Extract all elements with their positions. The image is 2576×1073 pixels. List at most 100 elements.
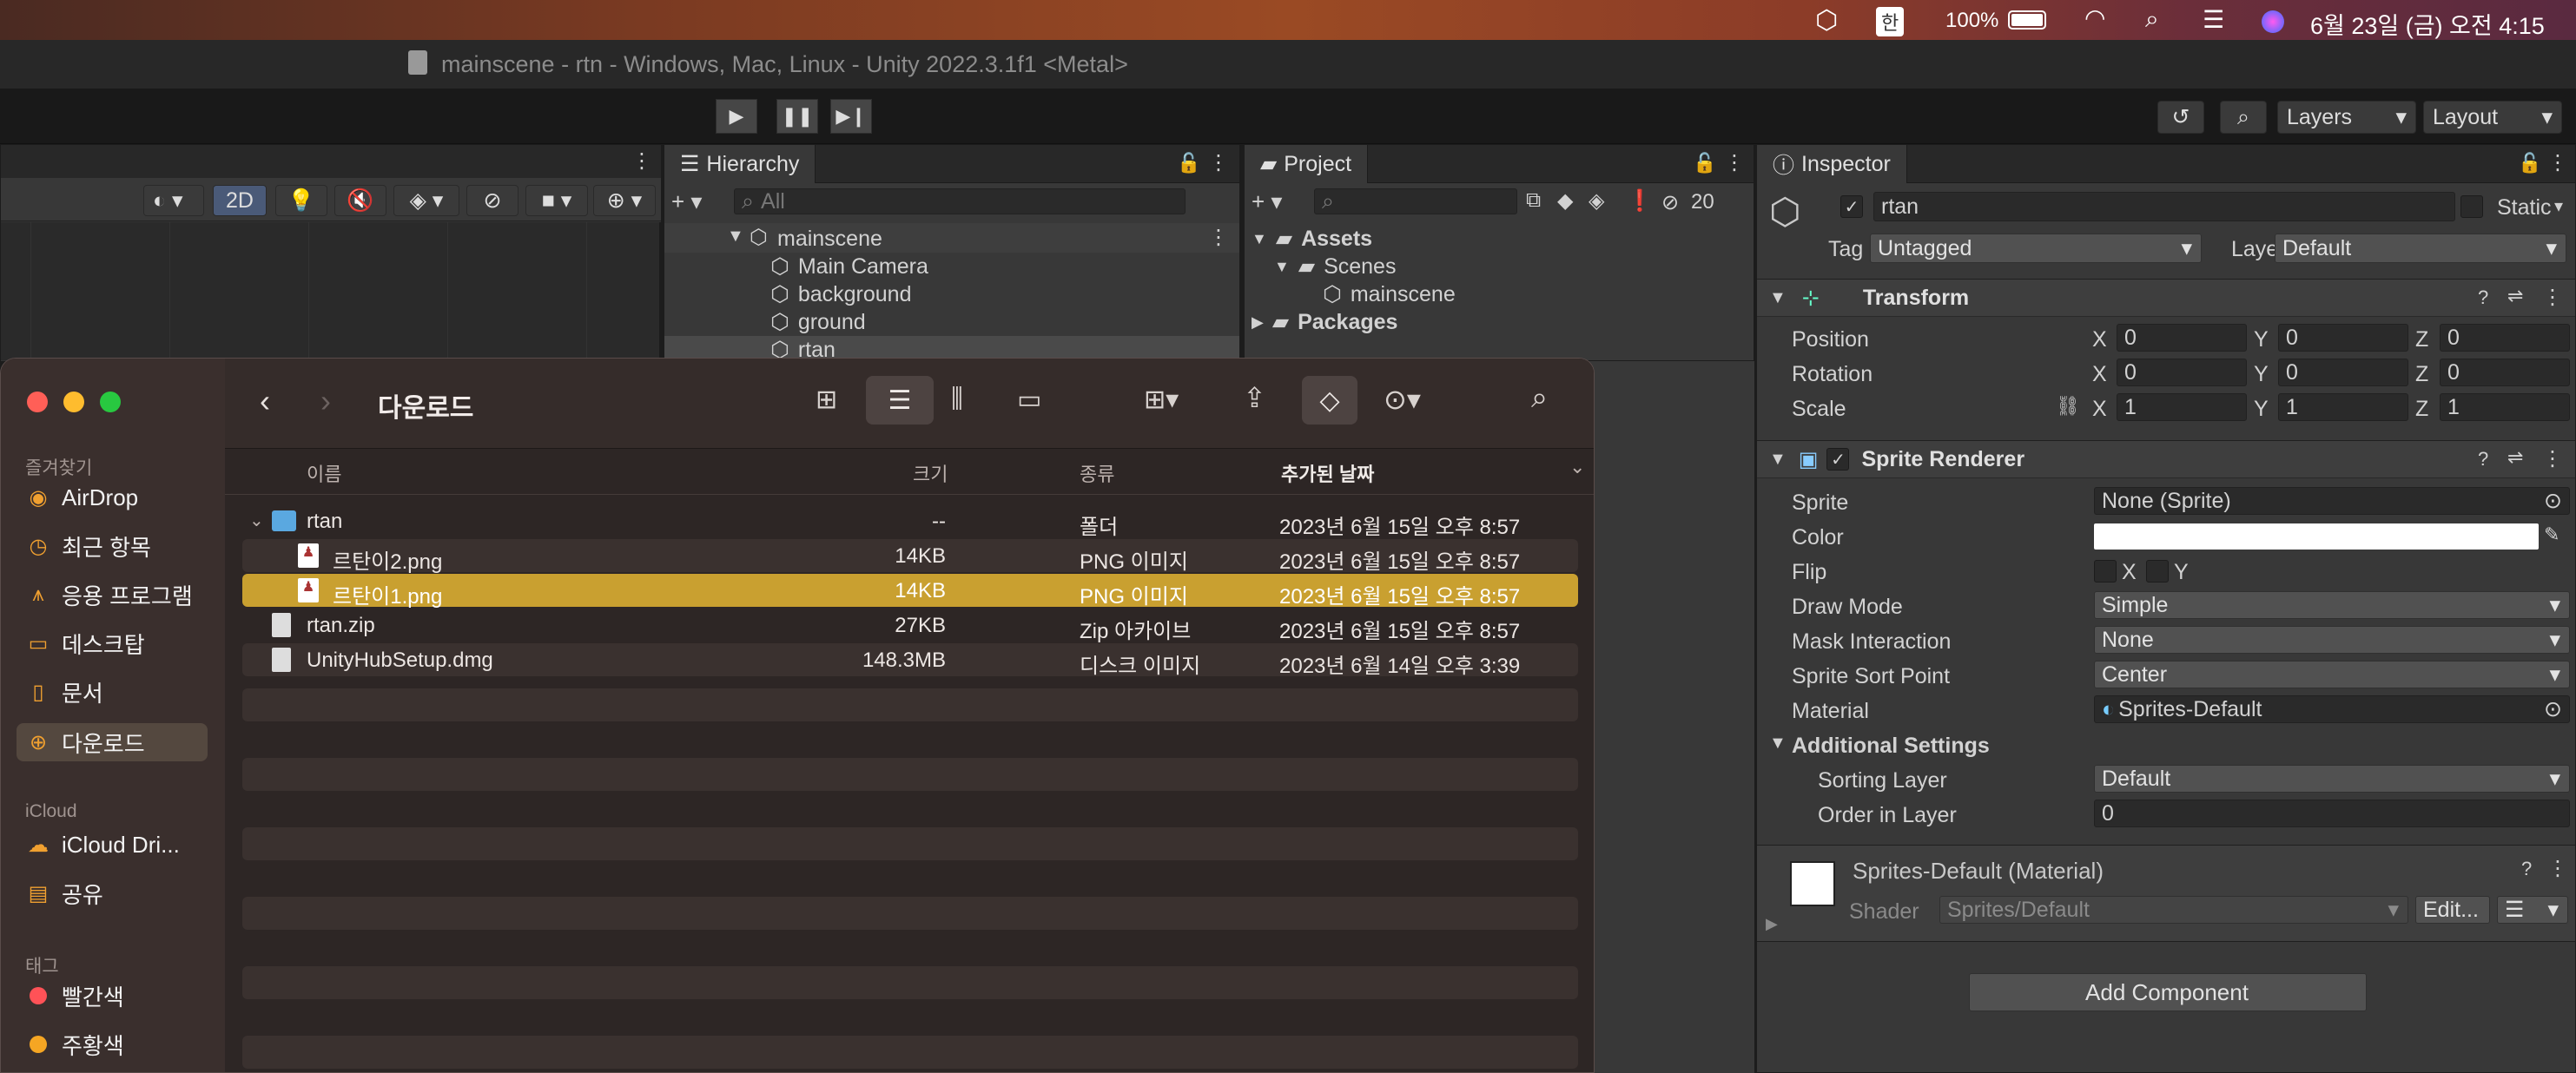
lock-icon[interactable]: 🔓 [1177,152,1200,174]
position-y-field[interactable]: 0 [2278,324,2408,352]
chevron-down-icon[interactable]: ⌄ [1569,456,1585,478]
tree-item-assets[interactable]: ▼ ▰ Assets [1252,225,1372,253]
sidebar-item-desktop[interactable]: ▭ 데스크탑 [27,624,145,662]
table-row[interactable]: rtan.zip 27KB Zip 아카이브 2023년 6월 15일 오후 8… [242,609,1578,643]
audio-icon[interactable]: 🔇 [334,185,386,216]
flip-y-checkbox[interactable] [2146,560,2169,583]
sidebar-item-recents[interactable]: ◷ 최근 항목 [27,527,151,565]
toggle-2d-button[interactable]: 2D [213,185,267,216]
shading-mode-button[interactable]: ◐ ▾ [143,185,204,216]
tab-project[interactable]: ▰ Project [1245,145,1369,183]
search-icon[interactable]: ⌕ [2145,5,2159,34]
group-icon[interactable]: ⊞▾ [1144,385,1179,415]
more-icon[interactable]: ⋮ [2542,285,2563,310]
layer-dropdown[interactable]: Default ▾ [2275,234,2566,263]
effects-icon[interactable]: ◈ ▾ [393,185,459,216]
layers-dropdown[interactable]: Layers ▾ [2277,101,2416,134]
more-icon[interactable]: ⋮ [2542,446,2563,471]
warning-icon[interactable]: ❗ [1627,188,1653,214]
hidden-packages-icon[interactable]: ⊘ [1661,190,1679,215]
scale-y-field[interactable]: 1 [2278,393,2408,421]
material-object-field[interactable]: ◐ Sprites-Default ⊙ [2094,695,2570,723]
lighting-icon[interactable]: 💡 [275,185,327,216]
forward-icon[interactable]: › [320,383,331,419]
list-item[interactable]: ⬡ Main Camera [770,253,1239,280]
chevron-down-icon[interactable]: ▼ [1252,230,1267,248]
filter-type-icon[interactable]: ⧉ [1526,188,1541,213]
rotation-z-field[interactable]: 0 [2440,359,2570,386]
scale-x-field[interactable]: 1 [2117,393,2247,421]
position-x-field[interactable]: 0 [2117,324,2247,352]
table-row[interactable]: UnityHubSetup.dmg 148.3MB 디스크 이미지 2023년 … [242,643,1578,678]
project-search-input[interactable]: ⌕ [1314,188,1517,214]
sidebar-item-tag-red[interactable]: 빨간색 [27,977,124,1015]
camera-icon[interactable]: ■ ▾ [525,185,588,216]
list-item[interactable]: ⬡ ground [770,308,1239,336]
eyedropper-icon[interactable]: ✎ [2544,523,2559,546]
chevron-down-icon[interactable]: ▼ [1769,734,1787,754]
shader-options-button[interactable]: ☰ ▾ [2497,896,2568,924]
chevron-down-icon[interactable]: ⌄ [249,510,264,531]
ime-icon[interactable]: 한 [1876,7,1905,36]
hierarchy-search-input[interactable]: ⌕ All [734,188,1186,214]
chevron-down-icon[interactable]: ▾ [2554,195,2563,217]
flip-x-checkbox[interactable] [2094,560,2117,583]
sidebar-item-applications[interactable]: ⩚ 응용 프로그램 [27,576,193,614]
table-row-selected[interactable]: ♟ 르탄이1.png 14KB PNG 이미지 2023년 6월 15일 오후 … [242,574,1578,609]
play-button[interactable]: ▶ [716,99,757,134]
chevron-down-icon[interactable]: ▼ [1769,288,1787,308]
siri-icon[interactable] [2262,10,2284,33]
lock-icon[interactable]: 🔓 [2518,152,2541,174]
tag-icon[interactable]: ◈ [1589,188,1604,214]
rotation-x-field[interactable]: 0 [2117,359,2247,386]
static-checkbox[interactable] [2460,195,2483,218]
lock-icon[interactable]: 🔓 [1693,152,1716,174]
create-button[interactable]: + ▾ [671,188,702,215]
sidebar-item-icloud-drive[interactable]: ☁ iCloud Dri... [27,826,180,864]
object-picker-icon[interactable]: ⊙ [2544,696,2562,722]
transform-header[interactable]: ▼ ⊹ Transform ? ⇌ ⋮ [1757,279,2575,317]
scale-z-field[interactable]: 1 [2440,393,2570,421]
tree-item-mainscene[interactable]: ⬡ mainscene [1323,280,1456,308]
clock[interactable]: 6월 23일 (금) 오전 4:15 [2310,7,2545,41]
step-button[interactable]: ▶❙ [830,99,872,134]
tree-item-packages[interactable]: ▶ ▰ Packages [1252,308,1397,336]
additional-settings-foldout[interactable]: Additional Settings [1792,734,1990,759]
back-icon[interactable]: ‹ [260,383,270,419]
more-icon[interactable]: ⋮ [1208,150,1229,175]
column-size[interactable]: 크기 [913,459,948,487]
object-picker-icon[interactable]: ⊙ [2544,488,2562,514]
scene-row[interactable]: ▼ ⬡ mainscene ⋮ [664,223,1239,253]
history-icon[interactable]: ↺ [2157,101,2204,134]
object-name-input[interactable]: rtan [1873,192,2455,221]
chevron-right-icon[interactable]: ▶ [1252,313,1264,332]
chevron-down-icon[interactable]: ▼ [1769,450,1787,470]
close-button[interactable] [27,392,48,412]
column-view-icon[interactable]: ⫼ [951,385,963,414]
tag-icon[interactable]: ◇ [1302,376,1357,425]
search-icon[interactable]: ⌕ [2220,101,2267,134]
control-center-icon[interactable]: ☰ [2203,5,2224,34]
chevron-right-icon[interactable]: ▶ [1766,915,1778,933]
sprite-sort-point-dropdown[interactable]: Center ▾ [2094,661,2570,688]
settings-icon[interactable]: ⇌ [2507,285,2523,307]
color-swatch[interactable] [2094,523,2539,550]
list-item[interactable]: ⬡ background [770,280,1239,308]
gameobject-icon[interactable]: ⬡ [1769,190,1801,233]
sidebar-item-airdrop[interactable]: ◉ AirDrop [27,478,139,517]
more-icon[interactable]: ⋮ [1208,225,1229,250]
sidebar-item-shared[interactable]: ▤ 공유 [27,874,103,912]
unity-icon[interactable]: ⬡ [1815,5,1838,36]
mask-interaction-dropdown[interactable]: None ▾ [2094,626,2570,654]
tab-hierarchy[interactable]: ☰ Hierarchy [664,145,816,183]
active-checkbox[interactable]: ✓ [1840,195,1863,218]
sprite-object-field[interactable]: None (Sprite) ⊙ [2094,487,2570,515]
shader-edit-button[interactable]: Edit... [2415,896,2490,924]
sprite-renderer-header[interactable]: ▼ ▣ ✓ Sprite Renderer ? ⇌ ⋮ [1757,440,2575,478]
order-in-layer-field[interactable]: 0 [2094,800,2570,827]
minimize-button[interactable] [63,392,84,412]
help-icon[interactable]: ? [2478,448,2488,471]
column-date-added[interactable]: 추가된 날짜 [1281,459,1374,487]
more-actions-icon[interactable]: ⊙▾ [1384,383,1421,416]
tag-dropdown[interactable]: Untagged ▾ [1870,234,2202,263]
